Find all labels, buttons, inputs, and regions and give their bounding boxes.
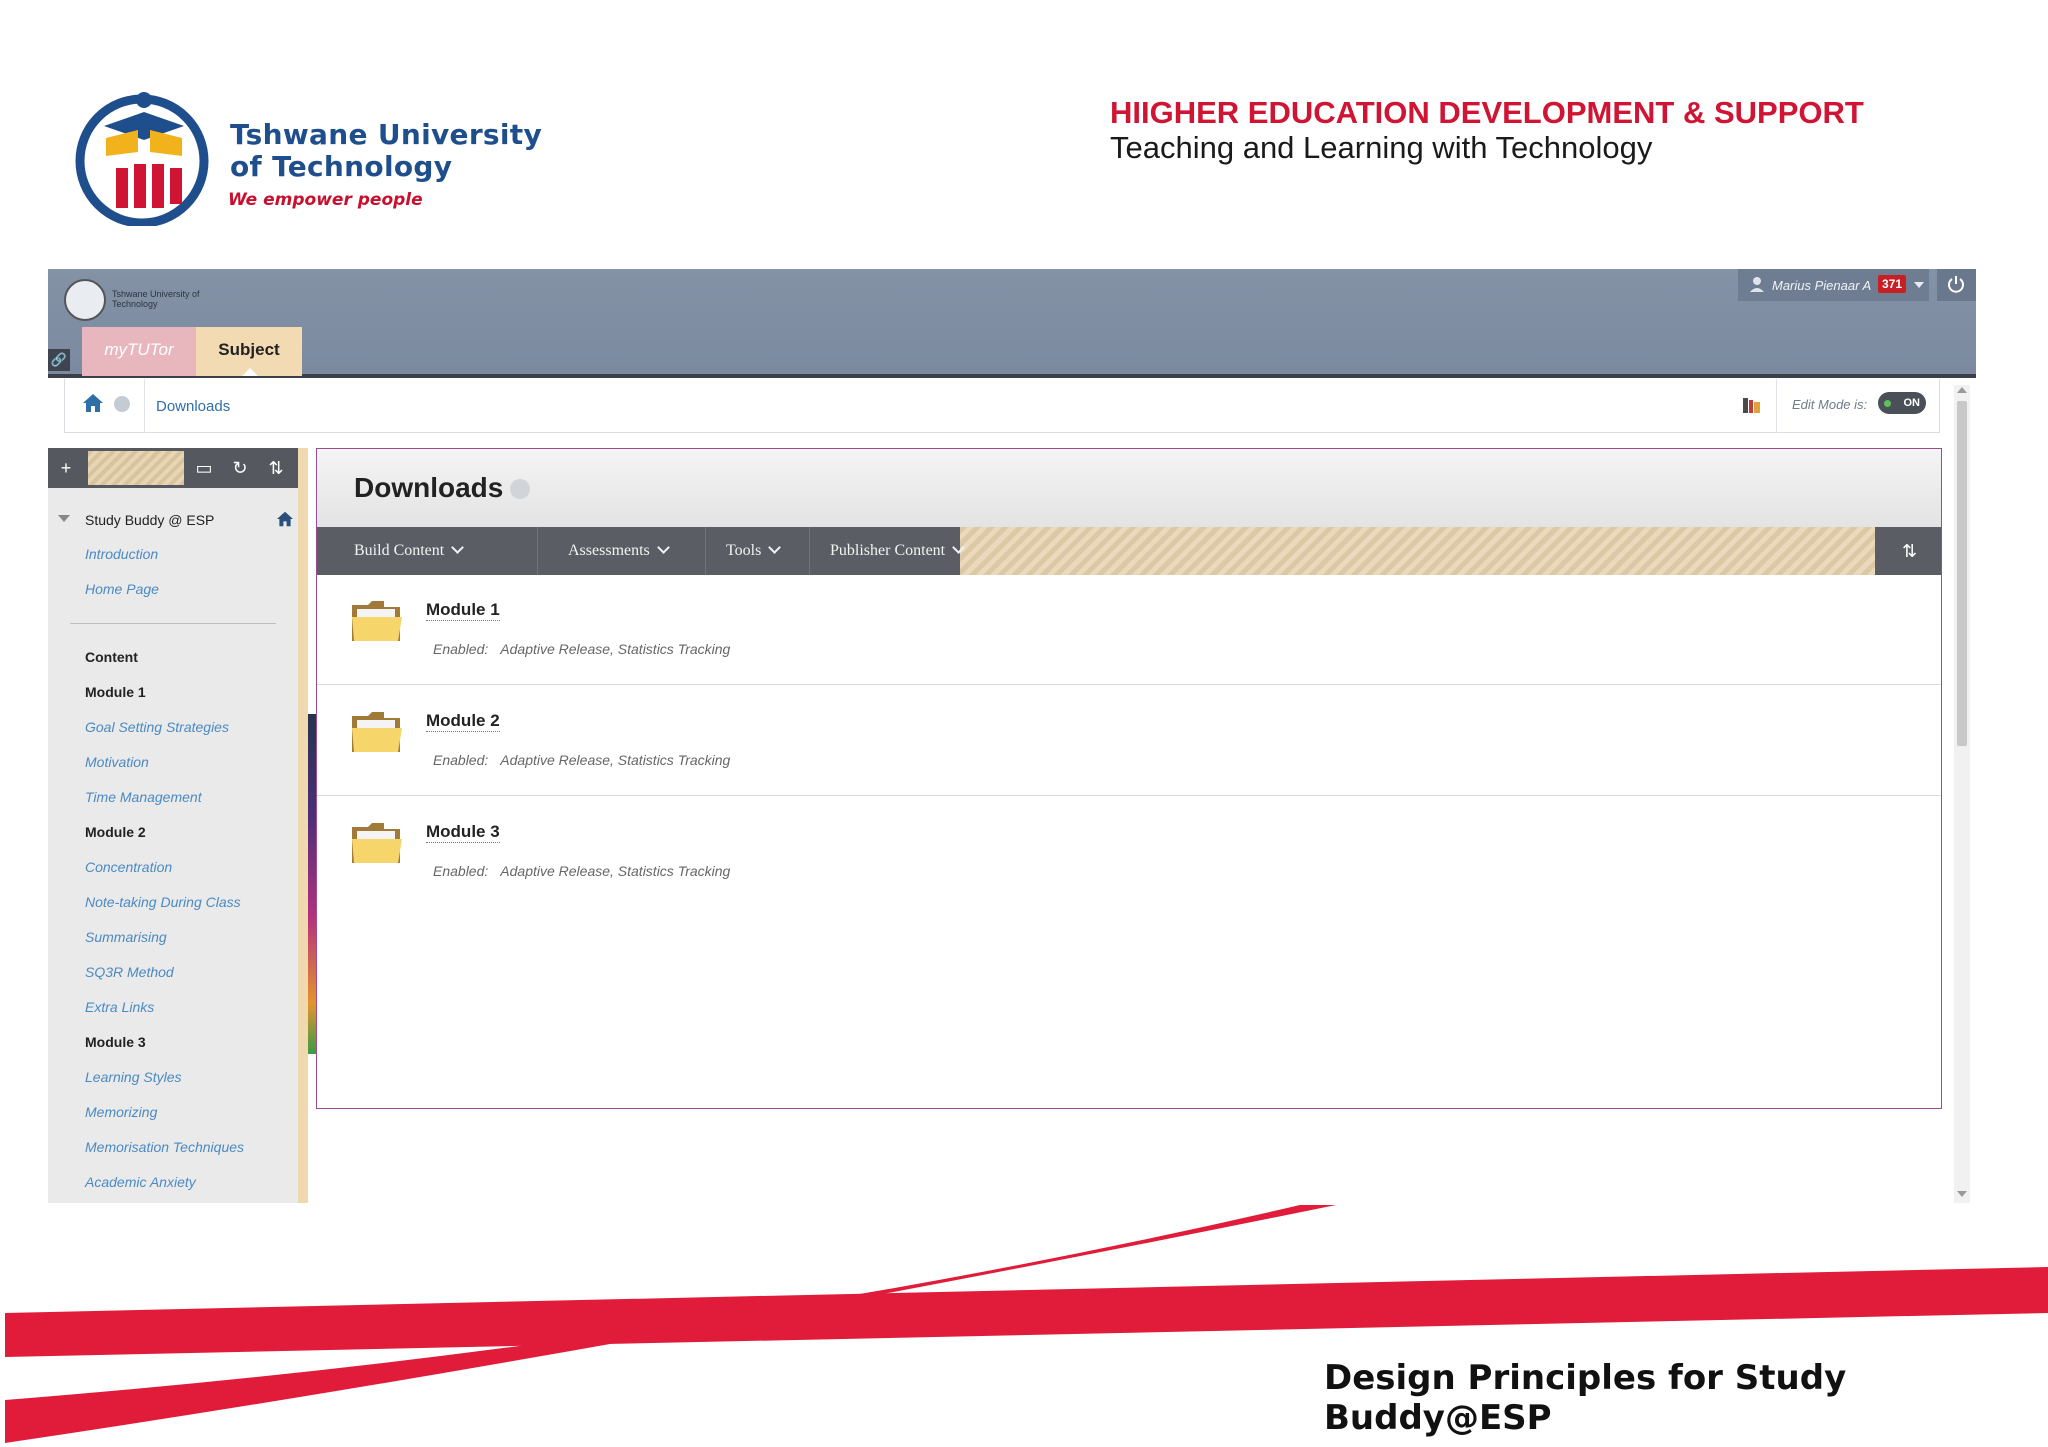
action-divider [809,527,810,575]
menu-item-concentration[interactable]: Concentration [85,859,172,875]
menu-heading-module-2[interactable]: Module 2 [85,824,146,840]
publisher-content-button[interactable]: Publisher Content [830,527,965,575]
action-divider [537,527,538,575]
menu-heading-content[interactable]: Content [85,649,138,665]
edit-mode-divider [1776,379,1777,433]
background-art-strip [308,714,316,1054]
page-title-menu-icon[interactable] [510,479,530,499]
content-item-detail: Enabled: Adaptive Release, Statistics Tra… [433,752,730,768]
content-item-title[interactable]: Module 1 [426,600,500,621]
menu-item-introduction[interactable]: Introduction [85,546,158,562]
display-menu-window-icon[interactable]: ▭ [186,448,222,488]
build-content-button[interactable]: Build Content [354,527,465,575]
institution-logo-text: Tshwane University of Technology [112,289,200,309]
folder-icon [352,601,402,641]
top-bar [48,269,1976,378]
breadcrumb [64,379,1940,433]
reorder-items-icon[interactable]: ⇅ [1878,527,1941,575]
menu-divider [70,623,276,624]
link-icon[interactable]: 🔗 [48,349,70,371]
user-icon [1750,277,1764,292]
course-title[interactable]: Study Buddy @ ESP [85,512,214,528]
menu-item-memorisation-techniques[interactable]: Memorisation Techniques [85,1139,244,1155]
enabled-label: Enabled: [433,752,489,768]
content-item-detail: Enabled: Adaptive Release, Statistics Tra… [433,641,730,657]
edit-mode-status-dot [1884,400,1891,407]
content-item-row [317,575,1941,685]
action-divider [705,527,706,575]
menu-item-summarising[interactable]: Summarising [85,929,167,945]
toolbar-drag-area [88,451,184,485]
enabled-value: Adaptive Release, Statistics Tracking [500,863,731,879]
content-item-title[interactable]: Module 2 [426,711,500,732]
menu-item-note-taking[interactable]: Note-taking During Class [85,894,241,910]
assessments-label: Assessments [568,542,650,559]
enabled-label: Enabled: [433,863,489,879]
menu-item-goal-setting[interactable]: Goal Setting Strategies [85,719,229,735]
university-name-line1: Tshwane University [230,118,543,151]
tab-mytutor[interactable]: myTUTor [82,327,196,376]
chevron-down-icon [768,541,782,554]
action-bar-drag-area [960,527,1875,575]
enabled-value: Adaptive Release, Statistics Tracking [500,752,731,768]
menu-item-extra-links[interactable]: Extra Links [85,999,154,1015]
footer-title: Design Principles for Study Buddy@ESP [1324,1358,1847,1438]
chevron-down-icon [952,541,965,554]
content-item-row [317,686,1941,796]
breadcrumb-menu-icon[interactable] [114,396,130,412]
content-item-detail: Enabled: Adaptive Release, Statistics Tra… [433,863,730,879]
home-icon[interactable] [82,393,104,413]
books-icon[interactable] [1742,396,1762,414]
collapse-caret-icon[interactable] [58,515,70,522]
scroll-up-icon[interactable] [1957,387,1967,393]
chevron-down-icon [656,541,670,554]
page-title: Downloads [354,472,504,503]
menu-item-learning-styles[interactable]: Learning Styles [85,1069,182,1085]
active-tab-indicator [242,368,258,376]
tools-button[interactable]: Tools [726,527,782,575]
user-name[interactable]: Marius Pienaar A [1772,278,1871,293]
breadcrumb-divider [144,379,145,433]
tut-logo-icon [75,92,209,226]
refresh-icon[interactable]: ↻ [222,448,258,488]
course-menu-edge [298,448,308,1203]
institution-logo-icon[interactable] [64,279,106,321]
enabled-label: Enabled: [433,641,489,657]
build-content-label: Build Content [354,542,445,559]
reorder-icon[interactable]: ⇅ [258,448,294,488]
menu-heading-module-1[interactable]: Module 1 [85,684,146,700]
power-icon[interactable] [1946,274,1966,294]
breadcrumb-current[interactable]: Downloads [156,398,230,415]
menu-item-motivation[interactable]: Motivation [85,754,149,770]
tools-label: Tools [726,542,762,559]
notification-badge[interactable]: 371 [1878,275,1907,293]
enabled-value: Adaptive Release, Statistics Tracking [500,641,731,657]
scrollbar-thumb[interactable] [1957,401,1967,746]
menu-item-academic-anxiety[interactable]: Academic Anxiety [85,1174,196,1190]
menu-item-memorizing[interactable]: Memorizing [85,1104,157,1120]
content-item-title[interactable]: Module 3 [426,822,500,843]
folder-icon [352,823,402,863]
university-name-line2: of Technology [230,150,453,183]
content-header [317,449,1941,527]
assessments-button[interactable]: Assessments [568,527,670,575]
chevron-down-icon[interactable] [1914,282,1924,288]
menu-item-home-page[interactable]: Home Page [85,581,159,597]
folder-icon [352,712,402,752]
add-menu-item-button[interactable]: + [48,448,84,488]
menu-item-sq3r-method[interactable]: SQ3R Method [85,964,174,980]
edit-mode-label: Edit Mode is: [1792,397,1868,412]
chevron-down-icon [451,541,465,554]
publisher-content-label: Publisher Content [830,542,946,559]
lms-window: Tshwane University of Technology 🔗 myTUT… [48,269,1976,1203]
university-tagline: We empower people [228,190,423,210]
menu-heading-module-3[interactable]: Module 3 [85,1034,146,1050]
menu-item-time-management[interactable]: Time Management [85,789,202,805]
header-subtitle: Teaching and Learning with Technology [1110,130,1653,165]
course-home-icon [277,511,293,527]
header-title: HIIGHER EDUCATION DEVELOPMENT & SUPPORT [1110,95,1864,130]
